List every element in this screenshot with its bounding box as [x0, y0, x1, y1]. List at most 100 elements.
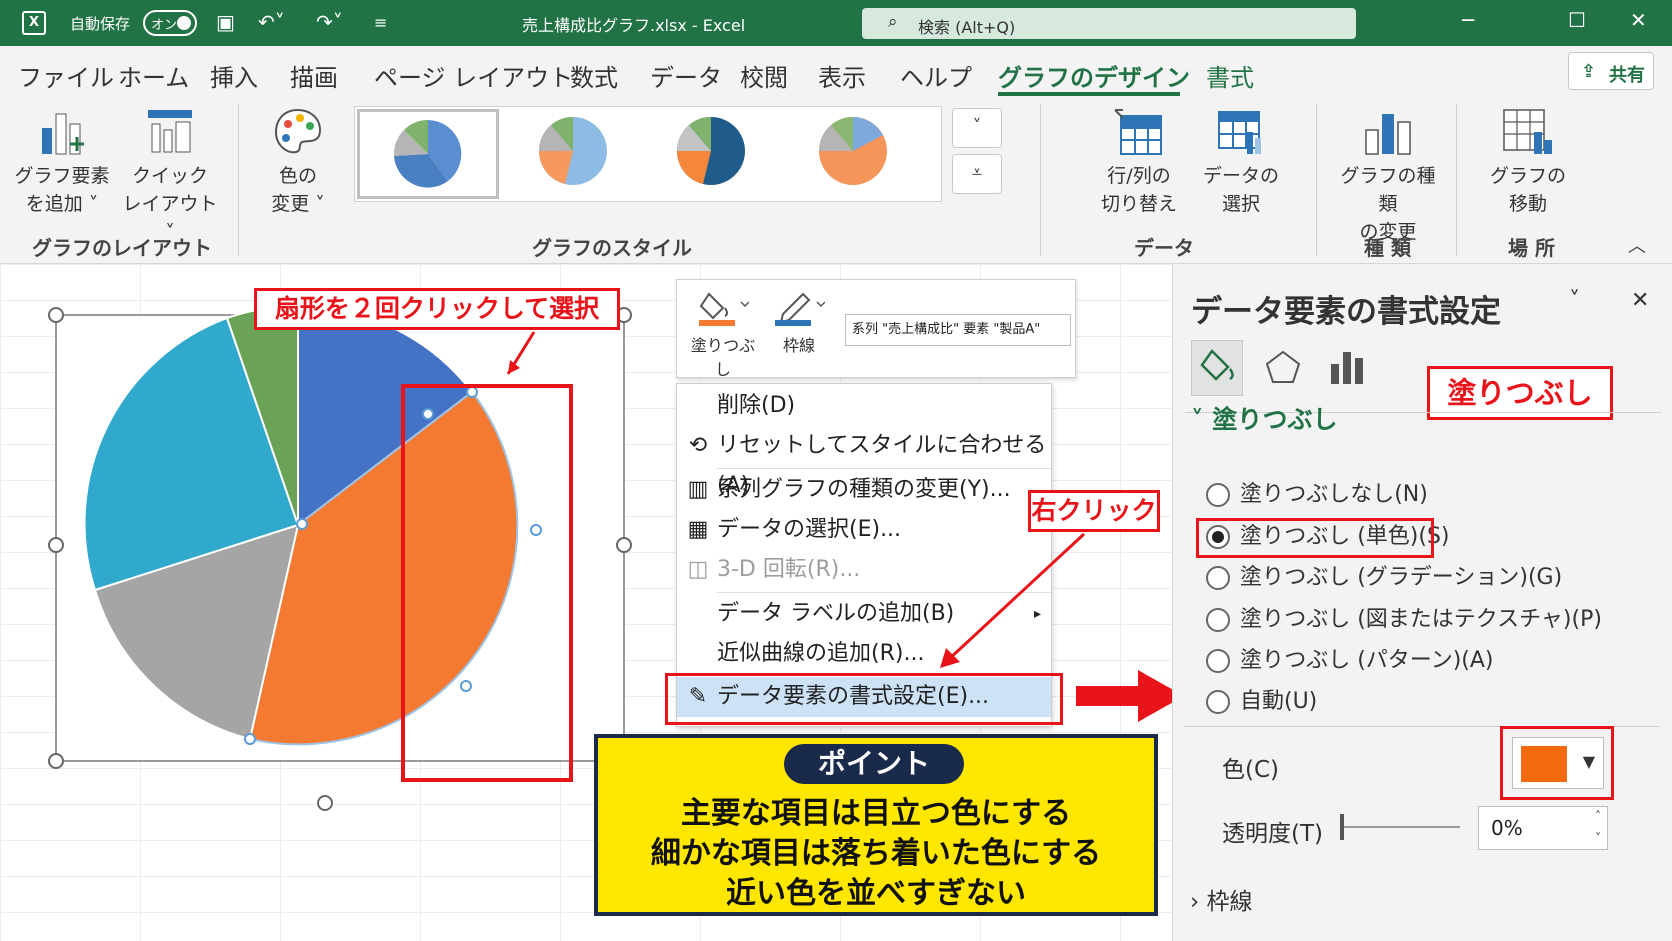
fill-color-picker[interactable]: ▼: [1512, 737, 1604, 789]
switch-row-column-icon: [1114, 109, 1162, 155]
add-chart-element-button[interactable]: グラフ要素 を追加 ˅: [14, 106, 110, 218]
tab-format[interactable]: 書式: [1206, 58, 1254, 93]
transparency-slider-track[interactable]: [1342, 826, 1460, 828]
series-element-select[interactable]: 系列 "売上構成比" 要素 "製品A": [845, 314, 1071, 346]
pane-options-chevron-icon[interactable]: ˅: [1569, 288, 1580, 313]
chart-type-icon: ▥: [687, 477, 709, 502]
menu-item-delete[interactable]: 削除(D): [677, 386, 1051, 426]
menu-item-reset-style[interactable]: ⟲ リセットしてスタイルに合わせる(A): [677, 426, 1051, 498]
undo-icon[interactable]: ↶˅: [258, 10, 285, 34]
group-label-styles: グラフのスタイル: [532, 236, 692, 260]
active-tab-underline: [998, 92, 1180, 96]
fill-section-label: 塗りつぶし: [1212, 405, 1338, 434]
autosave-state: オン: [151, 18, 178, 33]
share-icon: ⇪: [1581, 61, 1597, 82]
pane-title: データ要素の書式設定: [1191, 294, 1501, 330]
spin-up-icon[interactable]: ˄: [1595, 809, 1601, 823]
select-data-icon: ▦: [687, 517, 709, 542]
document-title: 売上構成比グラフ.xlsx - Excel: [522, 16, 746, 35]
effects-tab[interactable]: [1257, 340, 1309, 396]
switch-row-column-line2: 切り替え: [1100, 193, 1177, 215]
radio-circle[interactable]: [1206, 649, 1230, 673]
border-section-header[interactable]: › 枠線: [1190, 882, 1253, 916]
switch-row-column-line1: 行/列の: [1107, 165, 1171, 187]
tab-chart-design[interactable]: グラフのデザイン: [998, 58, 1190, 93]
solid-fill-highlight-box: [1196, 518, 1434, 558]
right-click-arrow: [940, 532, 1086, 668]
tab-review[interactable]: 校閲: [740, 58, 788, 93]
close-icon[interactable]: ✕: [1630, 8, 1647, 32]
minimize-icon[interactable]: ─: [1462, 8, 1474, 32]
autosave-toggle[interactable]: オン: [143, 10, 197, 36]
color-swatch: [1521, 746, 1567, 782]
spin-down-icon[interactable]: ˅: [1595, 831, 1601, 845]
ribbon-separator: [1456, 104, 1457, 256]
caret-down-icon: ▼: [1582, 752, 1595, 771]
tab-data[interactable]: データ: [650, 58, 722, 93]
tab-insert[interactable]: 挿入: [210, 58, 258, 93]
tab-formulas[interactable]: 数式: [570, 58, 618, 93]
radio-circle[interactable]: [1206, 566, 1230, 590]
radio-no-fill[interactable]: 塗りつぶしなし(N): [1206, 480, 1428, 510]
menu-item-change-series-type[interactable]: ▥ 系列グラフの種類の変更(Y)...: [677, 470, 1051, 510]
select-data-button[interactable]: データの 選択: [1196, 106, 1286, 218]
radio-picture-fill[interactable]: 塗りつぶし (図またはテクスチャ)(P): [1206, 605, 1602, 635]
radio-circle[interactable]: [1206, 483, 1230, 507]
move-chart-button[interactable]: グラフの 移動: [1480, 106, 1576, 218]
gallery-more-button[interactable]: ⩡: [952, 154, 1002, 194]
tab-home[interactable]: ホーム: [118, 58, 189, 93]
fill-button[interactable]: 塗りつぶし: [687, 288, 759, 380]
maximize-icon[interactable]: ☐: [1568, 8, 1586, 32]
quick-layout-icon: [148, 110, 192, 153]
collapse-ribbon-icon[interactable]: ︿: [1628, 232, 1646, 258]
chart-style-4[interactable]: [785, 109, 927, 199]
search-icon: ⌕: [888, 12, 898, 32]
tab-help[interactable]: ヘルプ: [900, 58, 972, 93]
bar-chart-icon: [1331, 352, 1363, 384]
customize-qat-icon[interactable]: ≡: [374, 13, 387, 32]
radio-pattern-fill[interactable]: 塗りつぶし (パターン)(A): [1206, 646, 1494, 676]
gallery-scroll-down-button[interactable]: ˅: [952, 108, 1002, 148]
add-chart-element-line2: を追加 ˅: [25, 193, 99, 215]
selection-highlight-box: [401, 384, 573, 782]
save-icon[interactable]: ▣: [216, 10, 235, 34]
radio-gradient-fill[interactable]: 塗りつぶし (グラデーション)(G): [1206, 563, 1562, 593]
tab-view[interactable]: 表示: [818, 58, 866, 93]
move-chart-line1: グラフの: [1489, 165, 1566, 187]
move-chart-icon: [1503, 109, 1552, 154]
point-badge: ポイント: [784, 744, 964, 784]
pane-close-icon[interactable]: ✕: [1631, 288, 1649, 313]
quick-layout-button[interactable]: クイック レイアウト ˅: [120, 106, 220, 246]
search-box[interactable]: ⌕ 検索 (Alt+Q): [862, 8, 1356, 39]
chevron-down-icon: ˅: [1191, 405, 1213, 434]
redo-icon[interactable]: ↷˅: [316, 10, 343, 34]
chart-style-1[interactable]: [357, 109, 499, 199]
menu-item-label: 系列グラフの種類の変更(Y)...: [717, 477, 1011, 502]
tab-file[interactable]: ファイル: [18, 58, 114, 93]
outline-button[interactable]: 枠線: [767, 288, 831, 356]
group-label-layout: グラフのレイアウト: [32, 236, 212, 260]
change-chart-type-button[interactable]: グラフの種類 の変更: [1332, 106, 1444, 246]
transparency-slider-thumb[interactable]: [1340, 814, 1344, 840]
change-colors-button[interactable]: 色の 変更 ˅: [256, 106, 340, 218]
switch-row-column-button[interactable]: 行/列の 切り替え: [1094, 106, 1184, 218]
radio-automatic[interactable]: 自動(U): [1206, 687, 1317, 717]
ribbon-separator: [1040, 104, 1041, 256]
fill-section-header[interactable]: ˅ 塗りつぶし: [1191, 400, 1337, 436]
tab-draw[interactable]: 描画: [290, 58, 338, 93]
menu-separator: [717, 468, 1051, 469]
transparency-label: 透明度(T): [1222, 821, 1323, 847]
radio-circle[interactable]: [1206, 690, 1230, 714]
fill-line-tab[interactable]: [1191, 340, 1243, 396]
pentagon-icon: [1265, 350, 1301, 383]
chart-style-2[interactable]: [505, 109, 647, 199]
paint-bucket-icon: [699, 292, 750, 326]
chart-style-3[interactable]: [643, 109, 785, 199]
radio-circle[interactable]: [1206, 608, 1230, 632]
tab-page-layout[interactable]: ページ レイアウト: [374, 58, 573, 93]
series-options-tab[interactable]: [1321, 340, 1373, 396]
callout-right-click: 右クリック: [1028, 490, 1160, 532]
transparency-input[interactable]: 0% ˄ ˅: [1478, 806, 1608, 850]
menu-item-label: データの選択(E)...: [717, 517, 902, 542]
share-button[interactable]: ⇪ 共有: [1568, 52, 1654, 90]
